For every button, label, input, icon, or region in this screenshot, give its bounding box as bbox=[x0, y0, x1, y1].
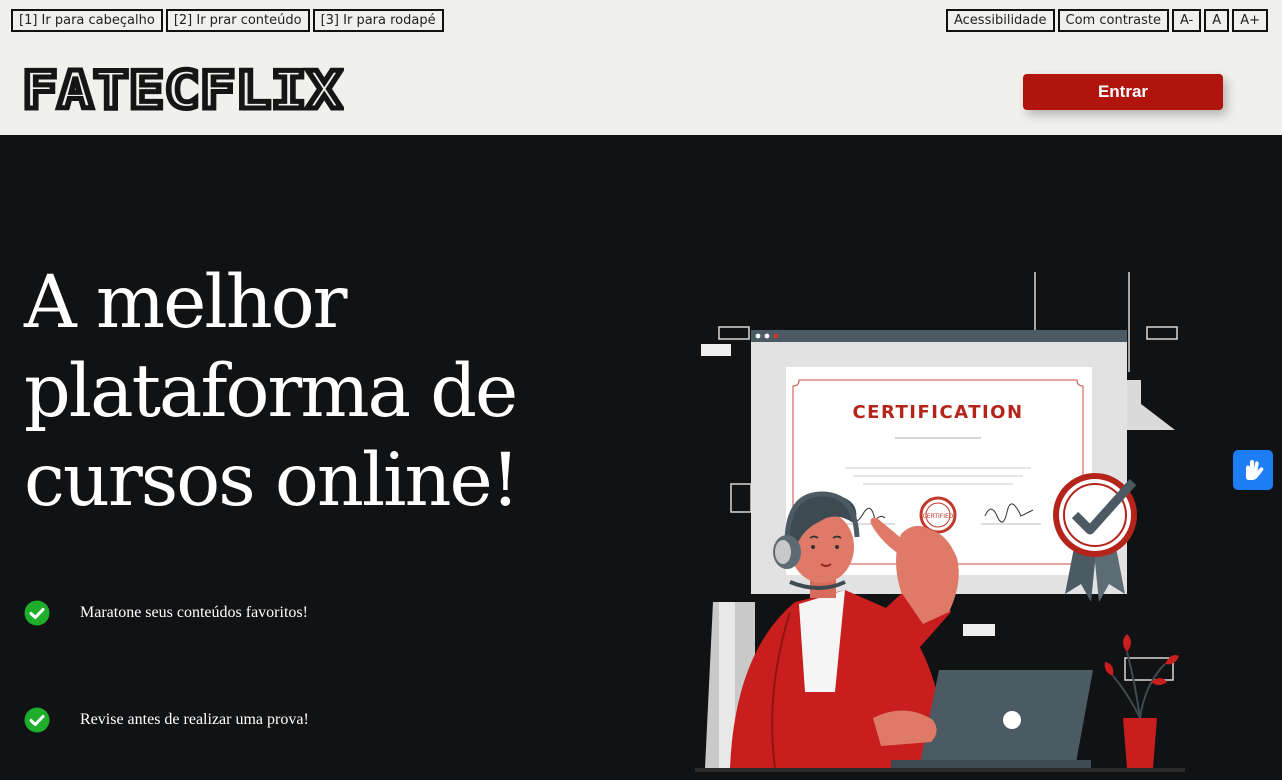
sign-language-widget-button[interactable] bbox=[1233, 450, 1273, 490]
check-circle-icon bbox=[24, 707, 50, 733]
font-increase-button[interactable]: A+ bbox=[1232, 9, 1268, 32]
site-header: [1] Ir para cabeçalho [2] Ir prar conteú… bbox=[0, 0, 1282, 135]
logo-text: FATECFLIX bbox=[22, 62, 342, 114]
hero-title-line: plataforma de bbox=[24, 349, 518, 434]
skip-to-footer-link[interactable]: [3] Ir para rodapé bbox=[312, 9, 444, 32]
hero-title-line: A melhor bbox=[24, 260, 348, 345]
skip-to-content-link[interactable]: [2] Ir prar conteúdo bbox=[165, 9, 310, 32]
certified-stamp: CERTIFIED bbox=[923, 513, 954, 520]
font-normal-button[interactable]: A bbox=[1204, 9, 1230, 32]
font-decrease-button[interactable]: A- bbox=[1171, 9, 1202, 32]
fatecflix-logo[interactable]: FATECFLIX bbox=[22, 62, 344, 114]
check-circle-icon bbox=[24, 600, 50, 626]
hero-title: A melhor plataforma de cursos online! bbox=[24, 258, 624, 525]
feature-item: Maratone seus conteúdos favoritos! bbox=[24, 600, 308, 626]
accessibility-link[interactable]: Acessibilidade bbox=[946, 9, 1055, 32]
accessibility-toolbar: Acessibilidade Com contraste A- A A+ bbox=[946, 9, 1268, 32]
skip-links: [1] Ir para cabeçalho [2] Ir prar conteú… bbox=[11, 9, 444, 32]
feature-text: Maratone seus conteúdos favoritos! bbox=[80, 604, 308, 621]
hero-title-line: cursos online! bbox=[24, 438, 520, 523]
feature-text: Revise antes de realizar uma prova! bbox=[80, 711, 309, 728]
skip-to-header-link[interactable]: [1] Ir para cabeçalho bbox=[11, 9, 163, 32]
certificate-title: CERTIFICATION bbox=[852, 402, 1023, 423]
contrast-toggle[interactable]: Com contraste bbox=[1057, 9, 1169, 32]
login-button[interactable]: Entrar bbox=[1023, 74, 1223, 110]
sign-language-icon bbox=[1246, 460, 1264, 480]
certification-illustration: CERTIFICATION CERTIFIED bbox=[695, 272, 1185, 772]
feature-item: Revise antes de realizar uma prova! bbox=[24, 707, 309, 733]
